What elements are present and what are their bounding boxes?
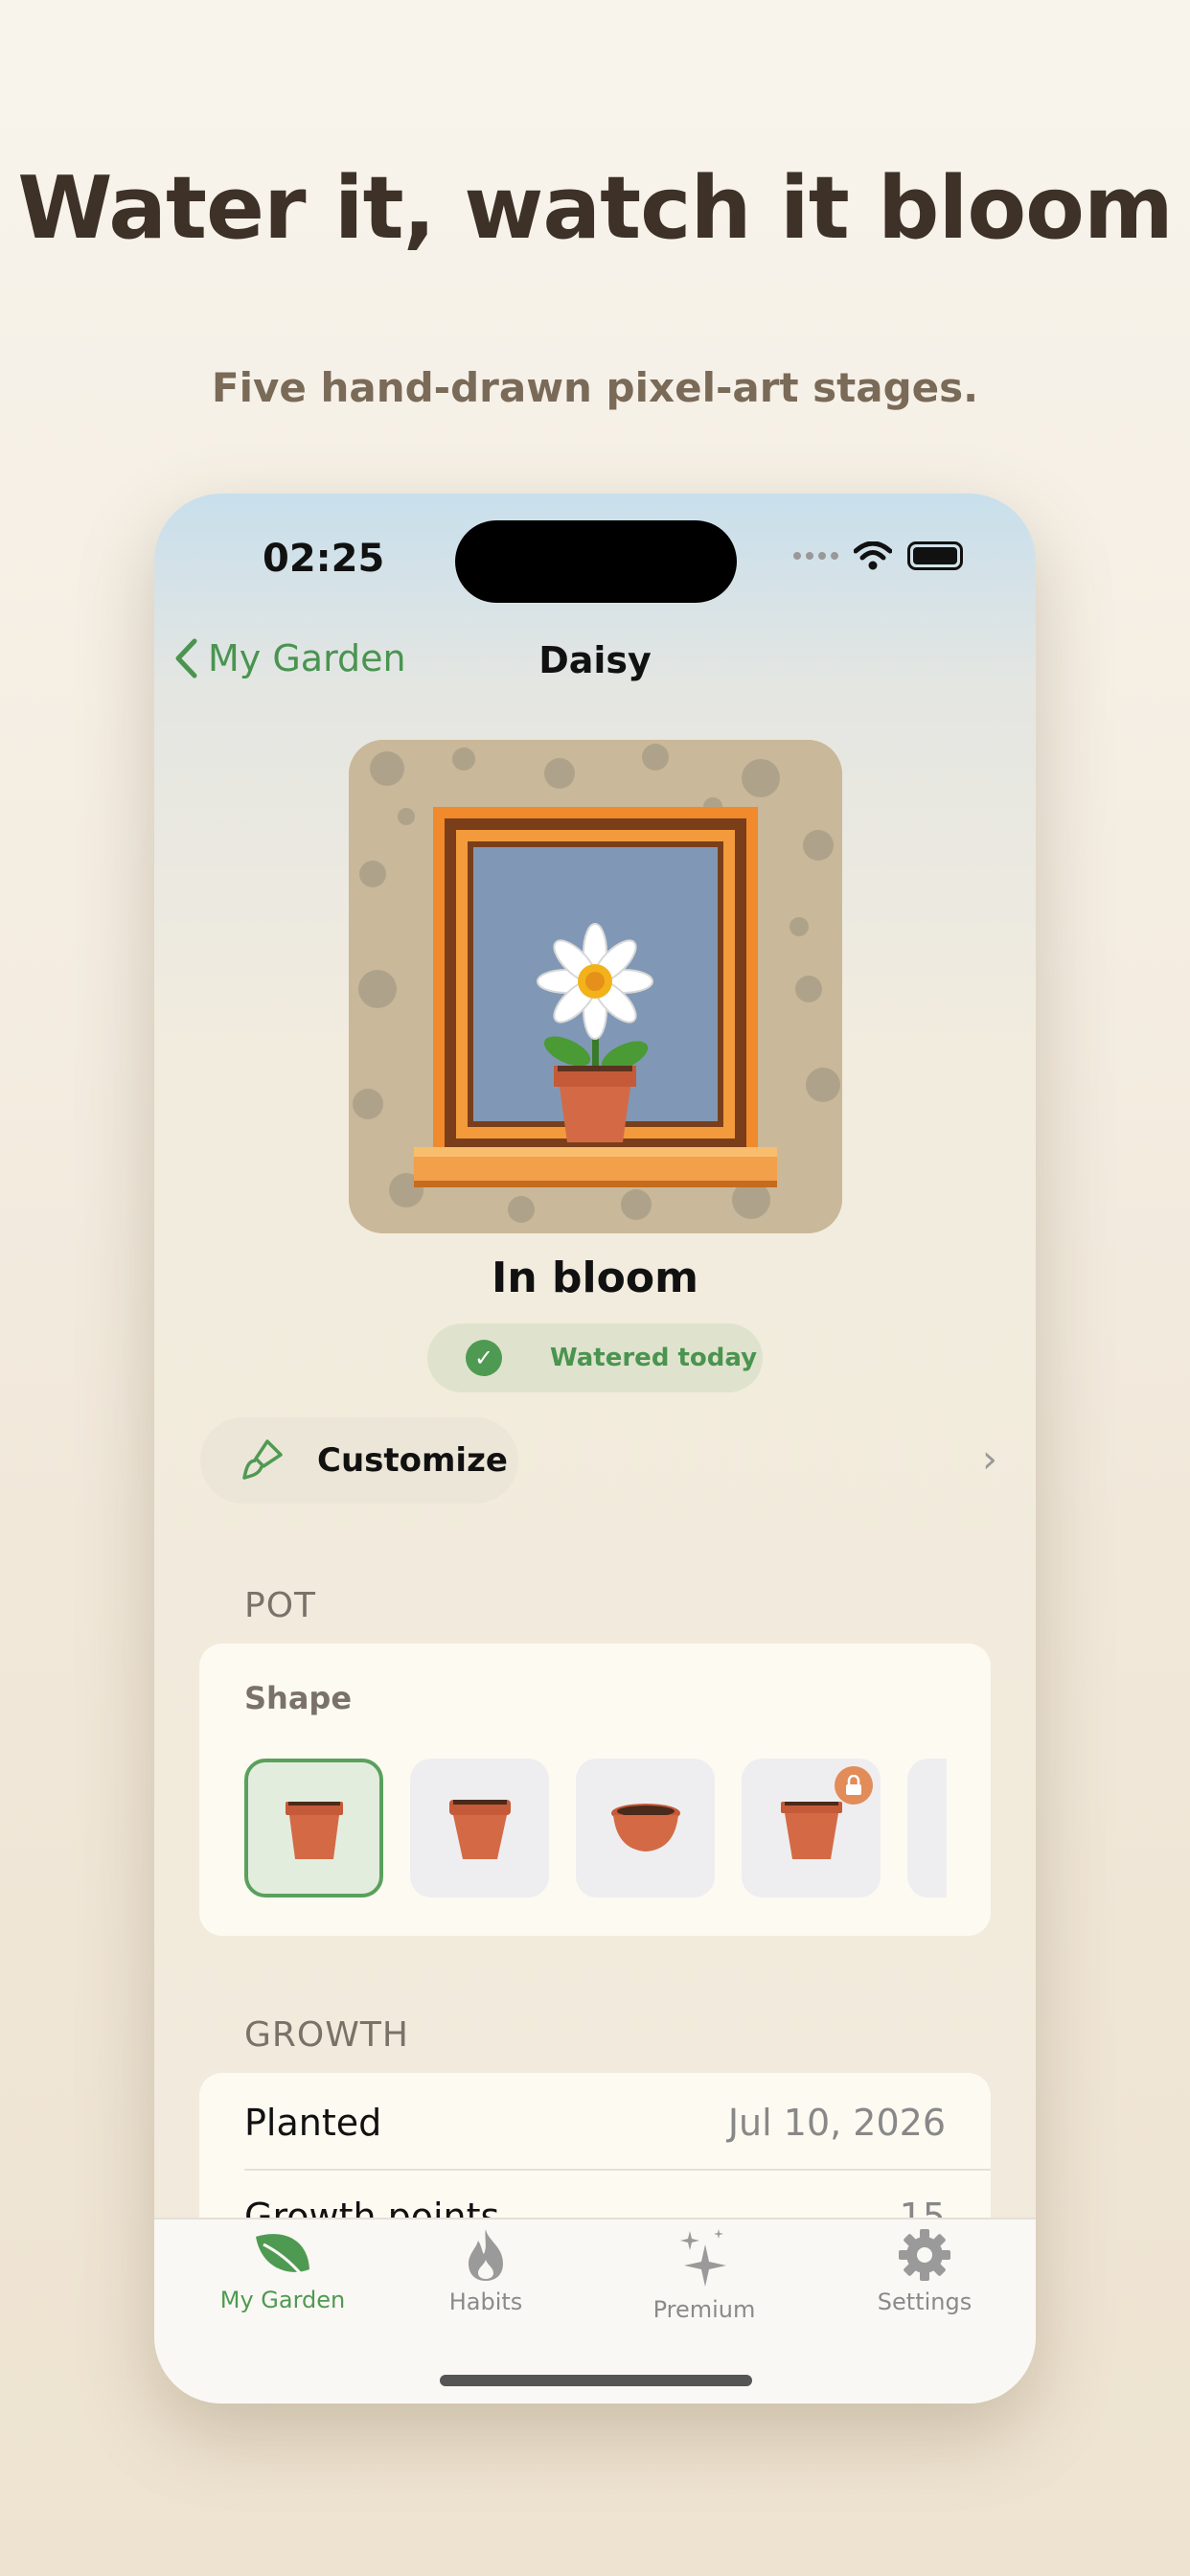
growth-stage-label: In bloom — [492, 1254, 698, 1302]
pot-section-header: POT — [244, 1586, 317, 1625]
pot-shape-tile-4[interactable] — [742, 1759, 881, 1898]
pot-shape-picker[interactable] — [244, 1759, 947, 1900]
cellular-signal-icon — [793, 552, 838, 560]
customize-button[interactable]: Customize — [200, 1417, 518, 1504]
planted-value: Jul 10, 2026 — [727, 2102, 946, 2144]
gear-icon — [899, 2229, 950, 2281]
pot-icon — [610, 1803, 680, 1852]
pot-shape-tile-3[interactable] — [576, 1759, 715, 1898]
pot-card: Shape — [199, 1644, 991, 1936]
tab-label: Settings — [877, 2288, 973, 2315]
tab-label: Habits — [448, 2288, 523, 2315]
tab-premium[interactable]: Premium — [608, 2227, 800, 2323]
tab-habits[interactable]: Habits — [390, 2227, 582, 2315]
wifi-icon — [854, 541, 892, 570]
status-time: 02:25 — [263, 537, 385, 581]
flame-icon — [469, 2229, 503, 2281]
pot-shape-tile-5[interactable] — [907, 1759, 947, 1898]
checkmark-icon: ✓ — [466, 1340, 502, 1376]
sparkles-icon — [680, 2229, 726, 2287]
growth-section-header: GROWTH — [244, 2015, 409, 2055]
pot-shape-tile-1[interactable] — [244, 1759, 383, 1898]
watered-status-text: Watered today — [550, 1344, 758, 1372]
leaf-icon — [256, 2234, 309, 2276]
battery-icon — [907, 541, 963, 570]
tab-label: Premium — [652, 2296, 756, 2323]
promo-headline: Water it, watch it bloom — [17, 158, 1174, 259]
tab-my-garden[interactable]: My Garden — [187, 2227, 378, 2313]
home-indicator — [440, 2375, 752, 2386]
watered-status-badge: ✓ Watered today — [427, 1323, 763, 1392]
tab-bar: My Garden Habits Premium Settings — [154, 2218, 1036, 2404]
status-icons — [793, 541, 963, 570]
pot-icon — [780, 1801, 842, 1859]
pot-shape-tile-2[interactable] — [410, 1759, 549, 1898]
paintbrush-icon — [242, 1439, 283, 1480]
chevron-right-icon[interactable]: › — [982, 1438, 997, 1482]
customize-label: Customize — [317, 1441, 508, 1480]
pot-icon — [285, 1801, 343, 1859]
planted-row: Planted Jul 10, 2026 — [244, 2102, 946, 2144]
shape-label: Shape — [244, 1680, 353, 1716]
lock-icon — [835, 1766, 873, 1805]
pot-icon — [448, 1799, 511, 1859]
phone-frame: 02:25 My Garden Daisy In bloom ✓ Watered… — [154, 494, 1036, 2404]
plant-illustration — [349, 740, 842, 1233]
tab-label: My Garden — [219, 2287, 346, 2313]
page-title: Daisy — [538, 639, 652, 681]
promo-subheadline: Five hand-drawn pixel-art stages. — [211, 364, 979, 411]
tab-settings[interactable]: Settings — [829, 2227, 1020, 2315]
planted-label: Planted — [244, 2102, 382, 2144]
row-divider — [244, 2169, 991, 2171]
dynamic-island — [455, 520, 737, 603]
